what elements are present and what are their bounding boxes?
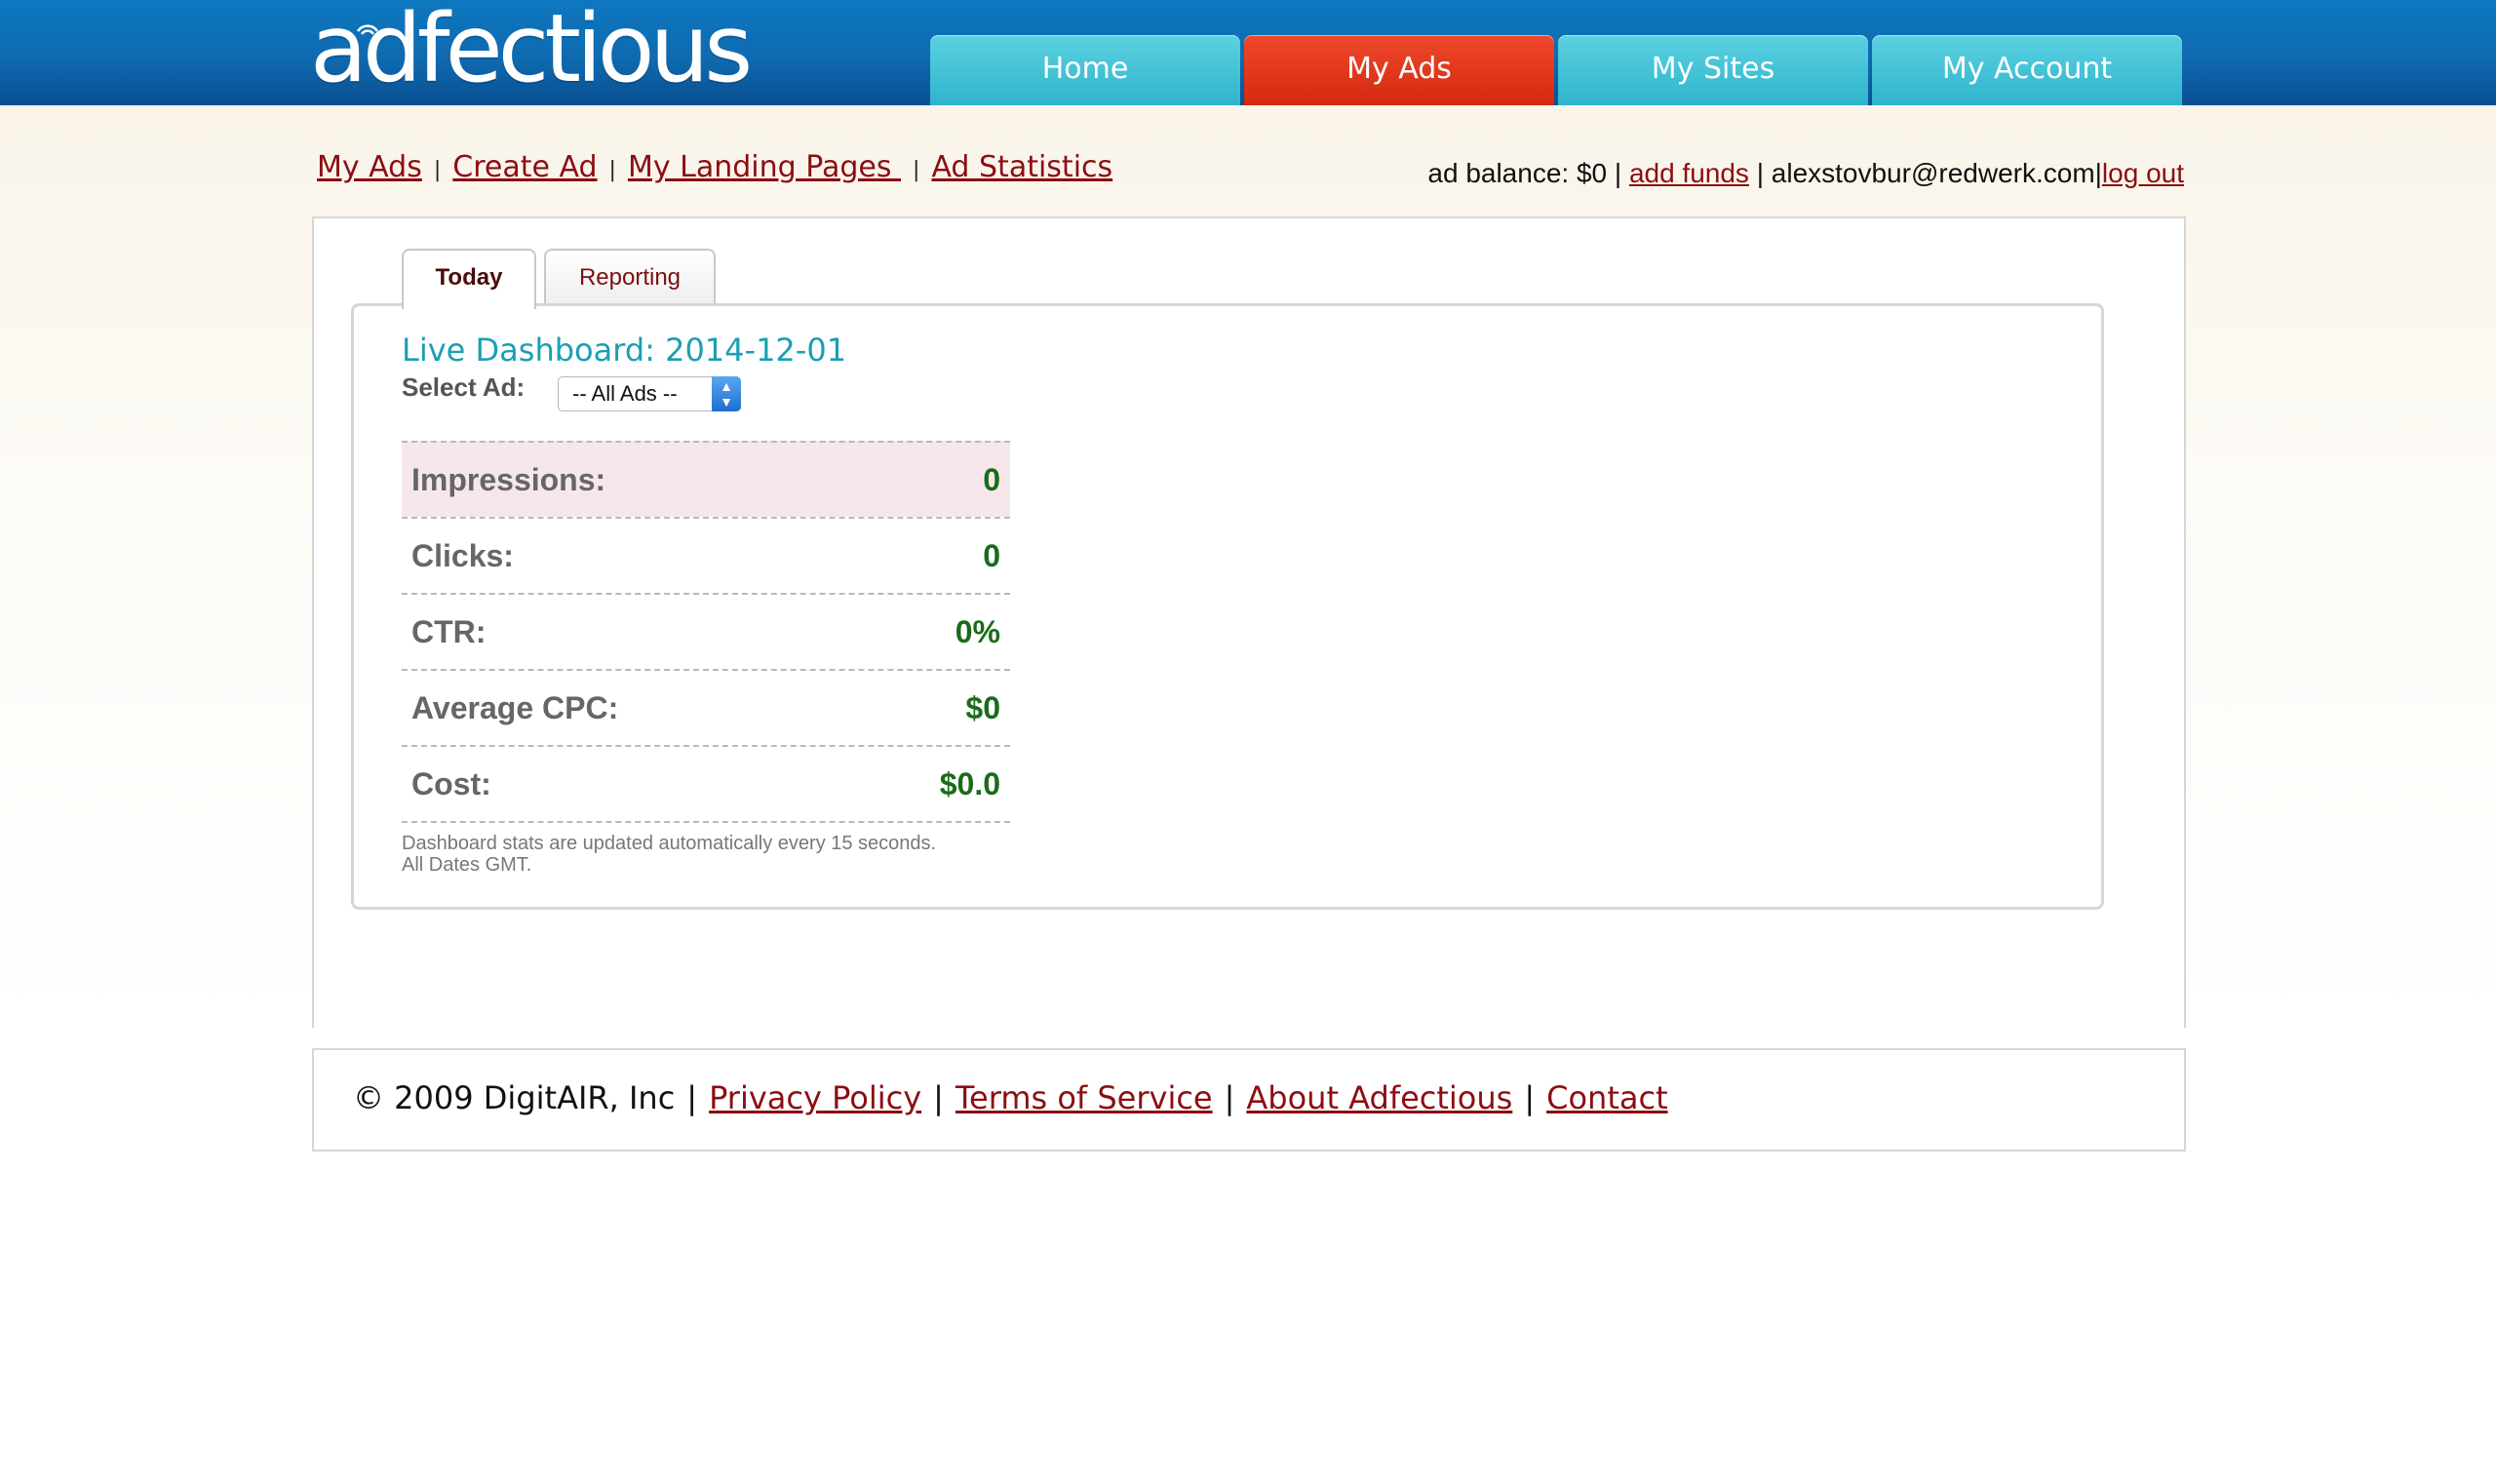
footer-separator: | (686, 1079, 698, 1116)
footer-links: © 2009 DigitAIR, Inc | Privacy Policy | Term… (353, 1079, 1668, 1116)
subnav-landing-pages-link[interactable]: My Landing Pages (628, 150, 901, 184)
footer-separator: | (933, 1079, 944, 1116)
about-link[interactable]: About Adfectious (1246, 1079, 1512, 1116)
dashboard-note: Dashboard stats are updated automaticall… (402, 833, 936, 876)
select-arrows-icon: ▲ ▼ (712, 376, 741, 411)
stat-label: Average CPC: (411, 690, 619, 725)
stat-label: Clicks: (411, 538, 514, 573)
contact-link[interactable]: Contact (1546, 1079, 1668, 1116)
stat-value: 0% (955, 614, 1000, 649)
nav-tab-my-account[interactable]: My Account (1872, 35, 2182, 105)
privacy-policy-link[interactable]: Privacy Policy (709, 1079, 921, 1116)
stat-row-impressions: Impressions: 0 (402, 441, 1010, 517)
copyright-text: © 2009 DigitAIR, Inc (353, 1079, 676, 1116)
wifi-icon (356, 24, 379, 35)
stat-value: 0 (983, 538, 1000, 573)
subnav-separator: | (433, 158, 442, 182)
nav-tab-my-ads[interactable]: My Ads (1244, 35, 1554, 105)
nav-tab-home[interactable]: Home (930, 35, 1240, 105)
logout-link[interactable]: log out (2102, 158, 2184, 188)
select-ad-dropdown[interactable]: -- All Ads -- ▲ ▼ (558, 376, 741, 411)
nav-tab-my-sites[interactable]: My Sites (1558, 35, 1868, 105)
ad-balance-text: ad balance: $0 | (1427, 158, 1622, 188)
tab-today[interactable]: Today (402, 249, 536, 309)
site-header: adfectious Home My Ads My Sites My Accou… (0, 0, 2496, 105)
stats-table: Impressions: 0 Clicks: 0 CTR: 0% Average… (402, 441, 1010, 823)
subnav-ad-statistics-link[interactable]: Ad Statistics (931, 150, 1112, 184)
site-footer: © 2009 DigitAIR, Inc | Privacy Policy | Term… (312, 1048, 2186, 1152)
stat-row-cost: Cost: $0.0 (402, 745, 1010, 823)
sub-nav: My Ads | Create Ad | My Landing Pages | Ad St… (317, 150, 1112, 184)
account-bar: ad balance: $0 | add funds | alexstovbur… (1427, 158, 2184, 189)
stat-row-average-cpc: Average CPC: $0 (402, 669, 1010, 745)
note-update-interval: Dashboard stats are updated automaticall… (402, 833, 937, 854)
stat-value: $0 (965, 690, 1000, 725)
tab-reporting[interactable]: Reporting (544, 249, 716, 305)
add-funds-link[interactable]: add funds (1629, 158, 1749, 188)
stat-row-clicks: Clicks: 0 (402, 517, 1010, 593)
footer-separator: | (1524, 1079, 1536, 1116)
subnav-my-ads-link[interactable]: My Ads (317, 150, 422, 184)
stat-value: $0.0 (939, 766, 1000, 801)
subnav-separator: | (913, 158, 920, 182)
subnav-separator: | (608, 158, 616, 182)
stat-value: 0 (983, 462, 1000, 497)
select-ad-label: Select Ad: (402, 372, 526, 402)
user-email: | alexstovbur@redwerk.com| (1756, 158, 2102, 188)
select-ad-value: -- All Ads -- (572, 381, 678, 406)
subnav-create-ad-link[interactable]: Create Ad (452, 150, 597, 184)
terms-of-service-link[interactable]: Terms of Service (956, 1079, 1213, 1116)
stat-row-ctr: CTR: 0% (402, 593, 1010, 669)
stat-label: CTR: (411, 614, 487, 649)
note-timezone: All Dates GMT. (402, 854, 532, 876)
stat-label: Impressions: (411, 462, 606, 497)
dashboard-title: Live Dashboard: 2014-12-01 (402, 332, 847, 369)
footer-separator: | (1224, 1079, 1235, 1116)
stat-label: Cost: (411, 766, 491, 801)
